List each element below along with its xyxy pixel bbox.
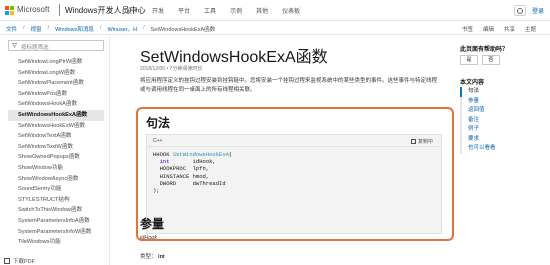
breadcrumb-item[interactable]: 视窗: [31, 25, 42, 33]
breadcrumb-item[interactable]: Winuser。H: [107, 25, 137, 33]
breadcrumb-item[interactable]: Windows和消息: [55, 25, 94, 33]
article-meta: 2018/12/05 • 7分钟阅读时长: [140, 66, 203, 72]
nav-item-tools[interactable]: 工具: [204, 6, 216, 15]
bookmark-button[interactable]: 书签: [462, 25, 473, 33]
sidebar-item[interactable]: SetWindowPos函数: [8, 89, 104, 100]
sidebar-item[interactable]: SetWindowLongW函数: [8, 68, 104, 79]
sidebar-item[interactable]: SetWindowTextA函数: [8, 131, 104, 142]
breadcrumb: 文件 / 视窗 / Windows和消息 / Winuser。H / SetWi…: [6, 25, 215, 33]
toc-item[interactable]: 也可以看看: [462, 144, 496, 154]
toc-title: 本文内容: [460, 80, 485, 86]
filter-input[interactable]: 按标题筛选: [8, 40, 104, 51]
main-content: SetWindowsHookExA函数 2018/12/05 • 7分钟阅读时长…: [136, 35, 455, 265]
toc-item[interactable]: 要求: [462, 135, 496, 145]
sidebar-item[interactable]: ShowWindow功能: [8, 163, 104, 174]
copy-icon: [410, 139, 416, 144]
sidebar-item[interactable]: ShowOwnedPopups函数: [8, 152, 104, 163]
feedback-yes-button[interactable]: 是: [460, 55, 478, 65]
sidebar-item[interactable]: SetWindowsHookA函数: [8, 99, 104, 110]
edit-button[interactable]: 编辑: [483, 25, 494, 33]
sidebar-item[interactable]: SwitchToThisWindow函数: [8, 205, 104, 216]
sidebar-item[interactable]: ShowWindowAsync函数: [8, 174, 104, 185]
page-actions: 书签 编辑 共享 主题: [462, 25, 536, 33]
breadcrumb-bar: 文件 / 视窗 / Windows和消息 / Winuser。H / SetWi…: [0, 21, 550, 35]
right-rail: 此页面有帮助吗？ 是 否 本文内容 句法 参量 返回值 备注 例子 要求 也可以…: [460, 35, 550, 265]
code-header: C++ 复制中: [147, 135, 441, 147]
params-heading: 参量: [140, 217, 165, 231]
sidebar-item[interactable]: SystemParametersInfoW函数: [8, 227, 104, 238]
sidebar-item[interactable]: SetWindowPlacement函数: [8, 78, 104, 89]
download-icon: [4, 258, 10, 264]
feedback-no-button[interactable]: 否: [482, 55, 500, 65]
brand-name[interactable]: Microsoft: [17, 5, 49, 14]
sidebar-item-active[interactable]: SetWindowsHookExA函数: [8, 109, 104, 121]
toc-item[interactable]: 备注: [462, 116, 496, 126]
param-name: idHook: [140, 235, 158, 241]
filter-icon: [12, 43, 17, 48]
page-title: SetWindowsHookExA函数: [140, 49, 328, 66]
syntax-section-highlight: 句法 C++ 复制中 HHOOK SetWindowsHookExA( int …: [136, 107, 454, 241]
sidebar-item[interactable]: SoundSentry功能: [8, 184, 104, 195]
breadcrumb-separator: /: [47, 25, 50, 31]
type-value: int: [158, 254, 165, 260]
download-pdf-label: 下载PDF: [13, 259, 36, 265]
nav-item-design[interactable]: 设计: [126, 6, 138, 15]
breadcrumb-separator: /: [99, 25, 102, 31]
nav-item-dashboard[interactable]: 仪表板: [282, 6, 300, 15]
code-content[interactable]: HHOOK SetWindowsHookExA( int idHook, HOO…: [153, 151, 232, 194]
intro-paragraph: 将应用程序定义的挂钩过程安装到挂钩链中。您将安装一个挂钩过程来监视系统中的某些类…: [140, 78, 438, 93]
sidebar-nav-list: SetWindowLongPtrW函数 SetWindowLongW函数 Set…: [8, 57, 104, 248]
param-type: 类型： int: [140, 252, 165, 260]
sidebar-item[interactable]: SystemParametersInfoA函数: [8, 216, 104, 227]
top-header: Microsoft Windows开发人员中心 设计 开发 平台 工具 示例 其…: [0, 0, 550, 21]
theme-button[interactable]: 主题: [525, 25, 536, 33]
search-icon[interactable]: [513, 5, 526, 16]
header-right: 登录: [513, 5, 544, 16]
sidebar-item[interactable]: STYLESTRUCT结构: [8, 195, 104, 206]
feedback-title: 此页面有帮助吗？: [460, 47, 509, 53]
nav-item-samples[interactable]: 示例: [230, 6, 242, 15]
feedback-buttons: 是 否: [460, 55, 500, 65]
nav-item-other[interactable]: 其他: [256, 6, 268, 15]
top-nav: 设计 开发 平台 工具 示例 其他 仪表板: [126, 6, 300, 15]
copy-label: 复制中: [417, 139, 433, 145]
sidebar-item[interactable]: SetWindowsHookExW函数: [8, 121, 104, 132]
toc-item[interactable]: 返回值: [462, 106, 496, 116]
signin-link[interactable]: 登录: [532, 6, 544, 15]
toc-item-current[interactable]: 句法: [460, 87, 496, 97]
code-language: C++: [153, 138, 163, 144]
breadcrumb-current: SetWindowsHookExA函数: [150, 27, 216, 33]
code-block: C++ 复制中 HHOOK SetWindowsHookExA( int idH…: [146, 134, 442, 234]
sidebar-item[interactable]: TileWindows功能: [8, 237, 104, 248]
breadcrumb-item[interactable]: 文件: [6, 25, 17, 33]
syntax-heading: 句法: [146, 116, 171, 130]
toc-list: 句法 参量 返回值 备注 例子 要求 也可以看看: [460, 87, 496, 154]
breadcrumb-separator: /: [23, 25, 25, 31]
sidebar: 按标题筛选 SetWindowLongPtrW函数 SetWindowLongW…: [0, 35, 110, 265]
header-divider: [59, 4, 60, 16]
sidebar-item[interactable]: SetWindowLongPtrW函数: [8, 57, 104, 68]
copy-button[interactable]: 复制中: [410, 138, 433, 145]
download-pdf-link[interactable]: 下载PDF: [4, 257, 35, 265]
sidebar-item[interactable]: SetWindowTextW函数: [8, 142, 104, 153]
nav-item-develop[interactable]: 开发: [152, 6, 164, 15]
filter-placeholder: 按标题筛选: [21, 45, 49, 51]
nav-item-platform[interactable]: 平台: [178, 6, 190, 15]
microsoft-logo-icon[interactable]: [5, 6, 14, 15]
share-button[interactable]: 共享: [504, 25, 515, 33]
type-label: 类型：: [140, 254, 157, 260]
toc-item[interactable]: 参量: [462, 97, 496, 107]
toc-item[interactable]: 例子: [462, 125, 496, 135]
breadcrumb-separator: /: [143, 25, 145, 31]
